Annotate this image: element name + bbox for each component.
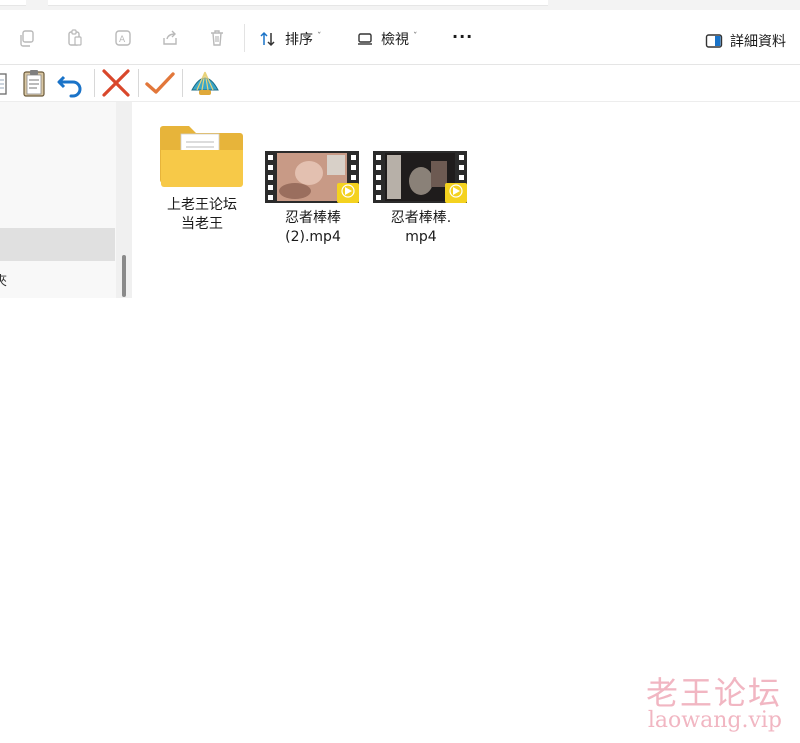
video-thumbnail-icon	[373, 151, 467, 203]
shell-icon[interactable]	[189, 68, 221, 98]
sort-button[interactable]: 排序 ˇ	[259, 28, 322, 50]
scrollbar-thumb[interactable]	[122, 255, 126, 297]
chevron-down-icon: ˇ	[317, 32, 322, 42]
svg-text:A: A	[119, 35, 126, 45]
toolbar-separator	[182, 69, 183, 97]
document-icon[interactable]	[0, 68, 8, 98]
rename-icon[interactable]: A	[113, 28, 133, 48]
video-thumbnail-icon	[265, 151, 359, 203]
watermark-url: laowang.vip	[647, 708, 782, 733]
file-name-line2: 当老王	[181, 216, 223, 232]
details-label: 詳細資料	[730, 34, 786, 50]
toolbar-separator	[138, 69, 139, 97]
paste-icon[interactable]	[65, 28, 85, 48]
custom-toolbar	[0, 65, 800, 102]
file-name: 忍者棒棒	[285, 210, 341, 226]
undo-icon[interactable]	[56, 68, 86, 98]
nav-item-label[interactable]: 夾	[0, 270, 7, 289]
view-button[interactable]: 檢視 ˇ	[357, 28, 418, 50]
view-icon	[358, 33, 372, 45]
file-name-line2: (2).mp4	[285, 229, 341, 245]
details-pane-button[interactable]: 詳細資料	[705, 31, 786, 51]
tab-fragment	[0, 0, 26, 6]
sort-label: 排序	[285, 32, 313, 48]
nav-item-selected[interactable]	[0, 228, 115, 261]
folder-item[interactable]: 上老王论坛 当老王	[152, 118, 252, 234]
sort-icon	[260, 31, 275, 47]
view-label: 檢視	[381, 32, 409, 48]
video-file-item[interactable]: 忍者棒棒. mp4	[366, 151, 476, 247]
more-options-button[interactable]: ···	[452, 27, 473, 46]
share-icon[interactable]	[160, 28, 180, 48]
folder-icon	[160, 126, 243, 187]
chevron-down-icon: ˇ	[413, 32, 418, 42]
toolbar-separator	[94, 69, 95, 97]
delete-icon[interactable]	[207, 28, 227, 48]
clipboard-icon[interactable]	[22, 68, 46, 98]
command-separator	[244, 24, 245, 52]
command-bar: A 排序 ˇ 檢視 ˇ ··· 詳細資料	[0, 10, 800, 65]
close-x-icon[interactable]	[100, 68, 132, 98]
copy-icon[interactable]	[18, 28, 38, 48]
details-pane-icon	[705, 34, 723, 48]
video-file-item[interactable]: 忍者棒棒 (2).mp4	[258, 151, 368, 247]
address-bar-fragment[interactable]	[48, 0, 548, 6]
file-name: 忍者棒棒.	[390, 210, 452, 226]
navigation-pane: 夾	[0, 102, 116, 298]
checkmark-icon[interactable]	[144, 68, 176, 98]
file-name-line2: mp4	[405, 229, 437, 245]
file-name: 上老王论坛	[167, 197, 237, 213]
top-strip	[0, 0, 800, 10]
